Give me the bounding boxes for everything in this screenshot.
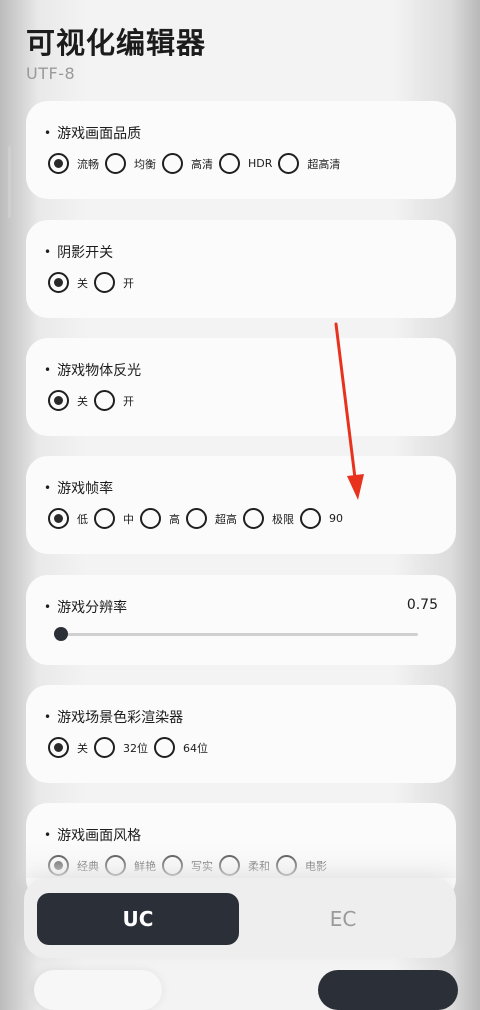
option-label: 中 [123,512,134,526]
radio-option[interactable]: 低 [48,508,88,529]
resolution-slider-track[interactable] [60,633,418,636]
setting-title: 阴影开关 [44,242,113,262]
option-label: 开 [123,276,134,290]
radio-icon[interactable] [186,508,207,529]
option-label: 开 [123,394,134,408]
scrollbar[interactable] [8,146,11,218]
radio-group-shadow: 关 开 [48,272,140,293]
radio-group-style: 经典 鲜艳 写实 柔和 电影 [48,855,333,876]
setting-card-resolution: 游戏分辨率 0.75 [26,575,456,665]
option-label: 关 [77,276,88,290]
option-label: 电影 [305,859,327,873]
radio-icon[interactable] [140,508,161,529]
radio-option[interactable]: 高清 [162,153,213,174]
radio-icon[interactable] [105,153,126,174]
option-label: HDR [248,157,273,170]
radio-selected-icon[interactable] [48,153,69,174]
setting-card-color-renderer: 游戏场景色彩渲染器 关 32位 64位 [26,685,456,783]
radio-icon[interactable] [94,508,115,529]
option-label: 关 [77,394,88,408]
option-label: 经典 [77,859,99,873]
radio-option[interactable]: 超高 [186,508,237,529]
radio-option[interactable]: 超高清 [278,153,340,174]
setting-title: 游戏帧率 [44,478,113,498]
radio-group-color-renderer: 关 32位 64位 [48,737,214,758]
radio-icon[interactable] [94,272,115,293]
option-label: 极限 [272,512,294,526]
radio-icon[interactable] [278,153,300,174]
radio-selected-icon[interactable] [48,737,69,758]
radio-option[interactable]: 柔和 [219,855,270,876]
radio-icon[interactable] [276,855,297,876]
option-label: 流畅 [77,157,99,171]
setting-title: 游戏画面风格 [44,825,141,845]
radio-option[interactable]: 关 [48,390,88,411]
radio-option[interactable]: 中 [94,508,134,529]
option-label: 鲜艳 [134,859,156,873]
radio-option[interactable]: 流畅 [48,153,99,174]
encoding-label: UTF-8 [26,64,76,83]
option-label: 32位 [123,741,148,755]
radio-group-reflection: 关 开 [48,390,140,411]
radio-option[interactable]: 高 [140,508,180,529]
radio-selected-icon[interactable] [48,508,69,529]
radio-option[interactable]: 电影 [276,855,327,876]
setting-title: 游戏画面品质 [44,123,141,143]
radio-icon[interactable] [162,153,183,174]
radio-option[interactable]: 鲜艳 [105,855,156,876]
resolution-slider-thumb[interactable] [54,627,68,641]
page-title: 可视化编辑器 [26,26,207,60]
option-label: 超高清 [307,157,341,171]
radio-selected-icon[interactable] [48,272,69,293]
radio-icon[interactable] [219,153,240,174]
setting-title: 游戏分辨率 [44,597,127,617]
setting-card-framerate: 游戏帧率 低 中 高 超高 极限 90 [26,456,456,554]
option-label: 关 [77,741,88,755]
radio-option[interactable]: 64位 [154,737,208,758]
radio-icon[interactable] [300,508,321,529]
option-label: 超高 [215,512,237,526]
setting-title: 游戏物体反光 [44,360,141,380]
option-label: 写实 [191,859,213,873]
bottom-left-button[interactable] [34,970,162,1010]
radio-icon[interactable] [219,855,240,876]
radio-option-90fps[interactable]: 90 [300,508,343,529]
radio-option[interactable]: 极限 [243,508,294,529]
radio-icon[interactable] [243,508,264,529]
radio-group-quality: 流畅 均衡 高清 HDR 超高清 [48,153,346,174]
slider-value: 0.75 [406,597,438,613]
radio-icon[interactable] [94,390,115,411]
bottom-tab-bar: UC EC [24,878,456,958]
option-label: 高清 [191,157,213,171]
radio-option[interactable]: 经典 [48,855,99,876]
setting-title: 游戏场景色彩渲染器 [44,707,183,727]
radio-option[interactable]: HDR [219,153,272,174]
option-label: 64位 [183,741,208,755]
option-label: 高 [169,512,180,526]
option-label: 90 [329,512,343,525]
radio-option[interactable]: 32位 [94,737,148,758]
setting-card-reflection: 游戏物体反光 关 开 [26,338,456,436]
setting-card-shadow: 阴影开关 关 开 [26,220,456,318]
radio-selected-icon[interactable] [48,390,69,411]
radio-option[interactable]: 均衡 [105,153,156,174]
option-label: 低 [77,512,88,526]
tab-ec[interactable]: EC [242,893,444,945]
option-label: 均衡 [134,157,156,171]
radio-option[interactable]: 开 [94,272,134,293]
radio-option[interactable]: 关 [48,737,88,758]
radio-selected-icon[interactable] [48,855,69,876]
radio-option[interactable]: 开 [94,390,134,411]
bottom-right-button[interactable] [318,970,458,1010]
radio-group-framerate: 低 中 高 超高 极限 90 [48,508,349,529]
tab-uc[interactable]: UC [37,893,239,945]
radio-icon[interactable] [105,855,126,876]
radio-icon[interactable] [162,855,183,876]
radio-icon[interactable] [94,737,115,758]
radio-option[interactable]: 写实 [162,855,213,876]
radio-icon[interactable] [154,737,175,758]
setting-card-quality: 游戏画面品质 流畅 均衡 高清 HDR 超高清 [26,101,456,199]
option-label: 柔和 [248,859,270,873]
radio-option[interactable]: 关 [48,272,88,293]
